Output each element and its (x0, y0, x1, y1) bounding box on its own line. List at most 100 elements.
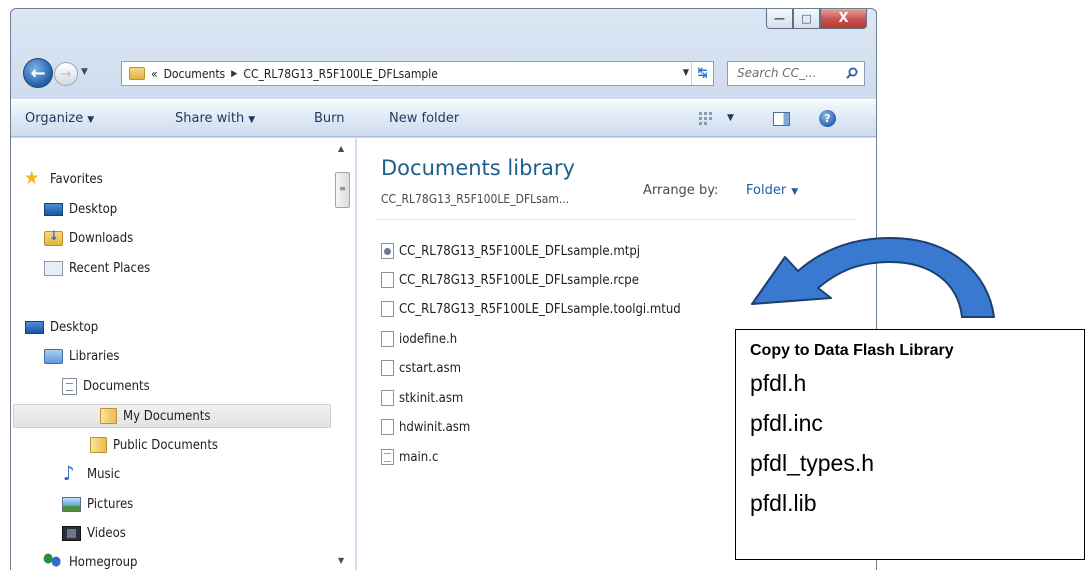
address-dropdown-icon[interactable]: ▼ (683, 68, 689, 78)
nav-label: Favorites (50, 171, 103, 187)
curved-arrow-icon (751, 237, 995, 318)
nav-label: Videos (87, 525, 126, 541)
file-item[interactable]: stkinit.asm (381, 386, 463, 410)
arrange-by-value: Folder (746, 183, 787, 198)
address-bar[interactable]: « Documents ▶ CC_RL78G13_R5F100LE_DFLsam… (121, 61, 714, 86)
nav-item-libraries[interactable]: Libraries (44, 344, 120, 368)
star-icon (24, 167, 44, 189)
file-icon (381, 301, 394, 317)
arrange-by-dropdown[interactable]: Folder ▼ (746, 183, 798, 198)
change-view-icon[interactable] (699, 112, 714, 125)
new-folder-button[interactable]: New folder (389, 111, 459, 126)
nav-item-music[interactable]: Music (62, 461, 121, 486)
view-options-dropdown-icon[interactable]: ▼ (727, 113, 734, 123)
callout-file-item: pfdl.lib (750, 490, 817, 516)
navigation-row: ← → ▼ « Documents ▶ CC_RL78G13_R5F100LE_… (11, 55, 876, 91)
scroll-up-icon[interactable]: ▲ (338, 144, 344, 153)
folder-icon (100, 408, 117, 424)
nav-item-homegroup[interactable]: Homegroup (43, 550, 138, 570)
nav-label: Libraries (69, 348, 120, 364)
file-item[interactable]: CC_RL78G13_R5F100LE_DFLsample.rcpe (381, 268, 639, 292)
command-bar: Organize ▼ Share with ▼ Burn New folder ▼ … (11, 99, 876, 137)
library-title: Documents library (381, 156, 575, 180)
file-name: CC_RL78G13_R5F100LE_DFLsample.toolgi.mtu… (399, 301, 681, 317)
nav-item-documents[interactable]: Documents (62, 374, 150, 398)
share-with-button[interactable]: Share with ▼ (175, 111, 255, 126)
file-name: main.c (399, 449, 439, 465)
callout-file-item: pfdl_types.h (750, 450, 875, 476)
nav-item-my-documents[interactable]: My Documents (13, 404, 331, 428)
file-icon (381, 419, 394, 435)
music-icon (62, 461, 81, 485)
help-icon[interactable]: ? (819, 110, 836, 127)
nav-item-desktop-favorite[interactable]: Desktop (44, 197, 117, 221)
forward-arrow-icon: → (60, 66, 72, 82)
copy-instructions-callout: Copy to Data Flash Library pfdl.h pfdl.i… (735, 329, 1085, 560)
caption-buttons: — □ X (766, 9, 867, 29)
search-input[interactable]: Search CC_... (727, 61, 865, 86)
close-button[interactable]: X (820, 9, 867, 29)
chevron-down-icon: ▼ (248, 115, 256, 125)
file-name: CC_RL78G13_R5F100LE_DFLsample.rcpe (399, 272, 639, 288)
chevron-down-icon: ▼ (87, 115, 95, 125)
refresh-button[interactable]: ↹ (691, 62, 713, 85)
nav-label: Public Documents (113, 437, 218, 453)
nav-label: Documents (83, 378, 150, 394)
chevron-down-icon: ▼ (791, 187, 799, 197)
nav-item-recent-places[interactable]: Recent Places (44, 256, 150, 280)
folder-icon (90, 437, 107, 453)
minimize-button[interactable]: — (766, 9, 793, 29)
nav-scrollbar[interactable]: ▲ ≡ ▼ (333, 138, 352, 570)
documents-icon (62, 377, 77, 395)
file-name: iodefine.h (399, 331, 458, 347)
organize-button[interactable]: Organize ▼ (25, 111, 94, 126)
file-icon (381, 390, 394, 406)
nav-label: Pictures (87, 496, 134, 512)
nav-item-favorites[interactable]: Favorites (24, 167, 103, 191)
scroll-down-icon[interactable]: ▼ (338, 556, 344, 565)
nav-item-desktop[interactable]: Desktop (25, 315, 98, 339)
file-icon (381, 360, 394, 376)
file-name: cstart.asm (399, 360, 462, 376)
file-item[interactable]: cstart.asm (381, 356, 461, 380)
back-button[interactable]: ← (23, 58, 53, 88)
file-item[interactable]: hdwinit.asm (381, 415, 470, 439)
arrange-by-label: Arrange by: (643, 183, 719, 198)
maximize-button[interactable]: □ (793, 9, 820, 29)
folder-icon (129, 67, 145, 80)
nav-item-pictures[interactable]: Pictures (62, 492, 133, 516)
text-file-icon (381, 449, 394, 465)
breadcrumb-documents[interactable]: Documents (164, 67, 226, 81)
file-name: stkinit.asm (399, 390, 464, 406)
scrollbar-thumb[interactable]: ≡ (335, 172, 350, 208)
callout-file-item: pfdl.inc (750, 410, 823, 436)
nav-item-public-documents[interactable]: Public Documents (90, 433, 218, 457)
breadcrumb-separator-icon[interactable]: ▶ (231, 69, 237, 79)
file-name: hdwinit.asm (399, 419, 471, 435)
nav-label: Desktop (50, 319, 99, 335)
navigation-pane: Favorites Desktop Downloads Recent Place… (11, 138, 356, 570)
organize-label: Organize (25, 111, 84, 126)
library-subtitle: CC_RL78G13_R5F100LE_DFLsam... (381, 192, 570, 206)
nav-item-videos[interactable]: Videos (62, 521, 126, 545)
file-item[interactable]: main.c (381, 445, 438, 469)
file-item[interactable]: CC_RL78G13_R5F100LE_DFLsample.toolgi.mtu… (381, 297, 681, 321)
nav-label: Homegroup (69, 554, 138, 570)
preview-pane-icon[interactable] (773, 112, 790, 126)
address-overflow-chevron[interactable]: « (151, 67, 158, 81)
project-file-icon (381, 243, 394, 259)
share-with-label: Share with (175, 111, 245, 126)
forward-button[interactable]: → (54, 62, 78, 86)
file-item[interactable]: CC_RL78G13_R5F100LE_DFLsample.mtpj (381, 239, 640, 263)
callout-file-item: pfdl.h (750, 370, 807, 396)
search-icon[interactable] (846, 67, 858, 79)
breadcrumb-current-folder[interactable]: CC_RL78G13_R5F100LE_DFLsample (243, 67, 437, 81)
libraries-icon (44, 348, 63, 364)
recent-pages-dropdown-icon[interactable]: ▼ (81, 67, 88, 77)
nav-item-downloads[interactable]: Downloads (44, 226, 133, 250)
pictures-icon (62, 496, 81, 512)
file-item[interactable]: iodefine.h (381, 327, 457, 351)
burn-button[interactable]: Burn (314, 111, 345, 126)
nav-label: Music (87, 466, 121, 482)
nav-label: Downloads (69, 230, 134, 246)
